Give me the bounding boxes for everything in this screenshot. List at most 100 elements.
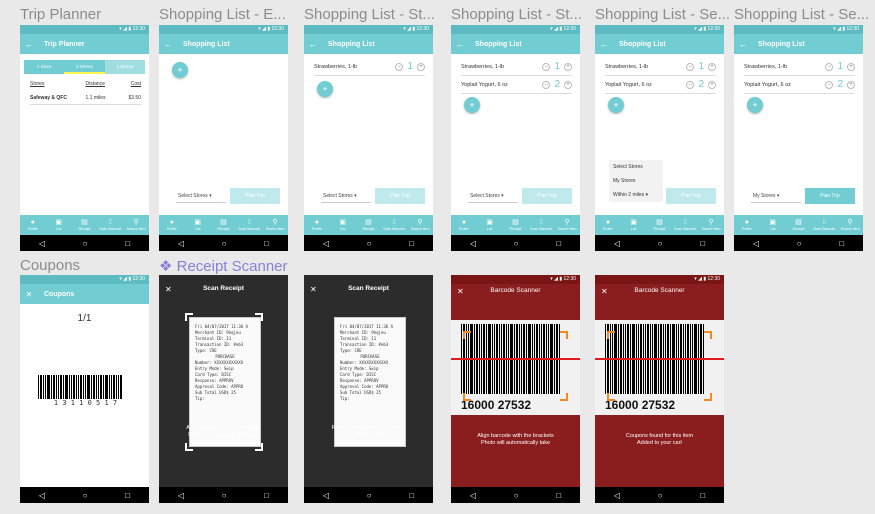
sys-back-icon[interactable]: ◁ <box>470 239 476 248</box>
back-arrow-icon[interactable]: ← <box>159 40 177 49</box>
list-item[interactable]: Strawberries, 1-lb −1 + <box>605 58 716 76</box>
dropdown-option[interactable]: Within 2 miles ▾ <box>609 188 663 202</box>
nav-list[interactable]: ▣ List <box>760 215 786 235</box>
nav-receipt[interactable]: ▤ Receipt <box>503 215 529 235</box>
plan-trip-button[interactable]: Plan Trip <box>522 188 572 204</box>
plan-trip-button[interactable]: Plan Trip <box>666 188 716 204</box>
sys-back-icon[interactable]: ◁ <box>323 239 329 248</box>
add-item-button[interactable]: + <box>608 97 624 113</box>
plus-button[interactable]: + <box>564 80 572 89</box>
list-item[interactable]: Yoplait Yogurt, 6 oz −2 + <box>461 76 572 94</box>
sys-home-icon[interactable]: ○ <box>367 491 372 500</box>
back-arrow-icon[interactable]: ← <box>304 40 322 49</box>
nav-profile[interactable]: ● Profile <box>159 215 185 235</box>
nav-profile[interactable]: ● Profile <box>595 215 621 235</box>
nav-list[interactable]: ▣ List <box>477 215 503 235</box>
plus-button[interactable]: + <box>847 62 855 71</box>
minus-button[interactable]: − <box>686 80 695 89</box>
nav-receipt[interactable]: ▤ Receipt <box>647 215 673 235</box>
nav-search-item[interactable]: ⚲ Search Item <box>698 215 724 235</box>
sys-home-icon[interactable]: ○ <box>83 491 88 500</box>
nav-scan-barcode[interactable]: ⦙⦙ Scan Barcode <box>236 215 262 235</box>
nav-receipt[interactable]: ▤ Receipt <box>211 215 237 235</box>
minus-button[interactable]: − <box>825 62 834 71</box>
back-arrow-icon[interactable]: ← <box>595 40 613 49</box>
plan-trip-button[interactable]: Plan Trip <box>375 188 425 204</box>
add-item-button[interactable]: + <box>317 81 333 97</box>
nav-list[interactable]: ▣ List <box>621 215 647 235</box>
sys-back-icon[interactable]: ◁ <box>470 491 476 500</box>
select-stores-dropdown[interactable]: Select Stores ▾ <box>468 190 518 203</box>
sys-recents-icon[interactable]: □ <box>409 239 414 248</box>
plus-button[interactable]: + <box>708 62 716 71</box>
sys-home-icon[interactable]: ○ <box>797 239 802 248</box>
plus-button[interactable]: + <box>847 80 855 89</box>
sys-back-icon[interactable]: ◁ <box>178 239 184 248</box>
sys-back-icon[interactable]: ◁ <box>323 491 329 500</box>
add-item-button[interactable]: + <box>747 97 763 113</box>
sys-back-icon[interactable]: ◁ <box>753 239 759 248</box>
sys-recents-icon[interactable]: □ <box>700 239 705 248</box>
nav-receipt[interactable]: ▤ Receipt <box>72 215 98 235</box>
plan-trip-button[interactable]: Plan Trip <box>805 188 855 204</box>
back-arrow-icon[interactable]: ← <box>734 40 752 49</box>
select-stores-dropdown[interactable]: My Stores ▾ <box>751 190 801 203</box>
nav-scan-barcode[interactable]: ⦙⦙ Scan Barcode <box>528 215 554 235</box>
sys-recents-icon[interactable]: □ <box>409 491 414 500</box>
plus-button[interactable]: + <box>417 62 425 71</box>
back-arrow-icon[interactable]: ← <box>20 40 38 49</box>
nav-scan-barcode[interactable]: ⦙⦙ Scan Barcode <box>381 215 407 235</box>
minus-button[interactable]: − <box>542 62 551 71</box>
minus-button[interactable]: − <box>686 62 695 71</box>
back-arrow-icon[interactable]: ← <box>451 40 469 49</box>
list-item[interactable]: Strawberries, 1-lb −1 + <box>461 58 572 76</box>
sys-home-icon[interactable]: ○ <box>83 239 88 248</box>
nav-receipt[interactable]: ▤ Receipt <box>786 215 812 235</box>
sys-home-icon[interactable]: ○ <box>222 239 227 248</box>
sys-home-icon[interactable]: ○ <box>658 239 663 248</box>
plan-trip-button[interactable]: Plan Trip <box>230 188 280 204</box>
nav-profile[interactable]: ● Profile <box>304 215 330 235</box>
sys-home-icon[interactable]: ○ <box>514 239 519 248</box>
nav-list[interactable]: ▣ List <box>185 215 211 235</box>
dropdown-option[interactable]: My Stores <box>609 174 663 188</box>
sys-home-icon[interactable]: ○ <box>514 491 519 500</box>
nav-search-item[interactable]: ⚲ Search Item <box>407 215 433 235</box>
sys-recents-icon[interactable]: □ <box>125 239 130 248</box>
sys-recents-icon[interactable]: □ <box>556 491 561 500</box>
sys-recents-icon[interactable]: □ <box>839 239 844 248</box>
list-item[interactable]: Strawberries, 1-lb −1 + <box>744 58 855 76</box>
sys-recents-icon[interactable]: □ <box>556 239 561 248</box>
sys-home-icon[interactable]: ○ <box>367 239 372 248</box>
tab-2-stores[interactable]: 2 Stores <box>64 60 105 74</box>
plus-button[interactable]: + <box>708 80 716 89</box>
sys-back-icon[interactable]: ◁ <box>614 239 620 248</box>
minus-button[interactable]: − <box>542 80 551 89</box>
add-item-button[interactable]: + <box>464 97 480 113</box>
sys-back-icon[interactable]: ◁ <box>39 239 45 248</box>
nav-profile[interactable]: ● Profile <box>20 215 46 235</box>
sys-recents-icon[interactable]: □ <box>700 491 705 500</box>
nav-search-item[interactable]: ⚲ Search Item <box>262 215 288 235</box>
nav-list[interactable]: ▣ List <box>46 215 72 235</box>
tab-1-store[interactable]: 1 Store <box>24 60 65 74</box>
dropdown-option[interactable]: Select Stores <box>609 160 663 174</box>
list-item[interactable]: Strawberries, 1-lb −1 + <box>314 58 425 76</box>
nav-profile[interactable]: ● Profile <box>451 215 477 235</box>
sys-home-icon[interactable]: ○ <box>222 491 227 500</box>
plus-button[interactable]: + <box>564 62 572 71</box>
table-row[interactable]: Safeway & QFC 1.1 miles $3.50 <box>30 95 141 105</box>
nav-scan-barcode[interactable]: ⦙⦙ Scan Barcode <box>672 215 698 235</box>
nav-receipt[interactable]: ▤ Receipt <box>356 215 382 235</box>
nav-list[interactable]: ▣ List <box>330 215 356 235</box>
sys-home-icon[interactable]: ○ <box>658 491 663 500</box>
sys-back-icon[interactable]: ◁ <box>39 491 45 500</box>
nav-scan-barcode[interactable]: ⦙⦙ Scan Barcode <box>811 215 837 235</box>
add-item-button[interactable]: + <box>172 62 188 78</box>
minus-button[interactable]: − <box>395 62 404 71</box>
list-item[interactable]: Yoplait Yogurt, 6 oz −2 + <box>605 76 716 94</box>
select-stores-dropdown[interactable]: Select Stores ▾ <box>176 190 226 203</box>
nav-search-item[interactable]: ⚲ Search Item <box>123 215 149 235</box>
nav-search-item[interactable]: ⚲ Search Item <box>554 215 580 235</box>
sys-back-icon[interactable]: ◁ <box>614 491 620 500</box>
